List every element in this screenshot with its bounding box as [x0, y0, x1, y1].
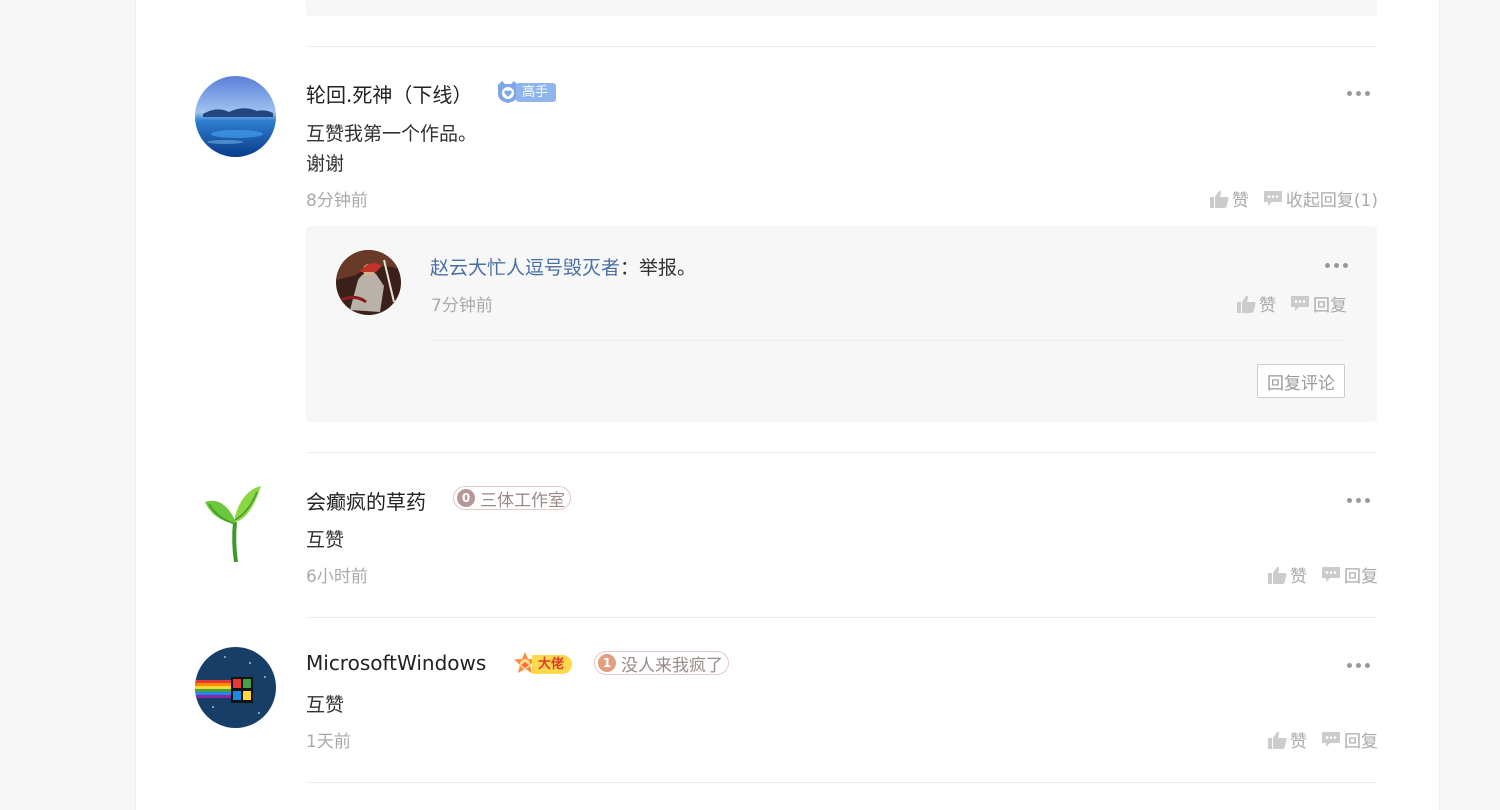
- like-label: 赞: [1259, 296, 1276, 316]
- reply-divider: [431, 340, 1347, 341]
- comment-divider: [306, 452, 1377, 453]
- like-button[interactable]: 赞: [1268, 727, 1307, 752]
- rank-badge: 大佬: [512, 652, 573, 676]
- comment-time: 1天前: [306, 732, 351, 752]
- thumbs-up-icon: [1268, 731, 1287, 749]
- thumbs-up-icon: [1237, 295, 1256, 313]
- reply-separator: ：: [620, 257, 640, 279]
- thumbs-up-icon: [1209, 190, 1229, 208]
- comment-actions: 赞 收起回复(1): [1209, 186, 1378, 211]
- reply-author-name[interactable]: 赵云大忙人逗号毁灭者: [430, 257, 620, 279]
- reply-time: 7分钟前: [431, 296, 493, 316]
- comment-panel: 轮回.死神（下线） 高手 互赞我第一个作品。 谢谢 8分钟前 赞 收起回复(1): [135, 0, 1440, 810]
- comment-text-line: 互赞我第一个作品。: [306, 123, 478, 145]
- like-button[interactable]: 赞: [1268, 562, 1307, 587]
- avatar[interactable]: [195, 76, 276, 157]
- comment-time: 6小时前: [306, 567, 368, 587]
- more-options-icon[interactable]: [1347, 91, 1371, 97]
- comment-bubble-icon: [1291, 296, 1309, 311]
- reply-avatar[interactable]: [336, 250, 401, 315]
- level-badge-label: 三体工作室: [480, 490, 565, 511]
- reply-actions: 赞 回复: [1237, 291, 1347, 316]
- comment-time: 8分钟前: [306, 191, 368, 211]
- comment-text-line: 互赞: [306, 694, 345, 716]
- comment-actions: 赞 回复: [1268, 562, 1378, 587]
- level-badge-number: 1: [598, 654, 616, 672]
- level-badge-label: 没人来我疯了: [621, 655, 723, 676]
- comment-bubble-icon: [1263, 191, 1282, 206]
- reply-label: 回复: [1344, 567, 1378, 587]
- avatar[interactable]: [195, 647, 276, 728]
- reply-content: 赵云大忙人逗号毁灭者：举报。: [430, 253, 696, 280]
- rank-badge: 高手: [496, 81, 557, 103]
- comment-text-line: 谢谢: [306, 153, 345, 175]
- previous-reply-box-bottom: [306, 0, 1377, 16]
- comment-bubble-icon: [1322, 567, 1340, 582]
- like-label: 赞: [1231, 191, 1249, 211]
- reply-reply-button[interactable]: 回复: [1290, 291, 1347, 316]
- level-badge-number: 0: [457, 489, 475, 507]
- avatar[interactable]: [195, 482, 276, 563]
- comment-bubble-icon: [1322, 732, 1340, 747]
- reply-label: 回复: [1313, 296, 1347, 316]
- reply-text: 举报。: [639, 257, 697, 279]
- reply-box: 赵云大忙人逗号毁灭者：举报。 7分钟前 赞 回复 回复评论: [306, 226, 1377, 422]
- reply-like-button[interactable]: 赞: [1237, 291, 1276, 316]
- level-badge: 0 三体工作室: [453, 486, 571, 511]
- like-button[interactable]: 赞: [1209, 186, 1249, 211]
- comment-author-name[interactable]: 会癫疯的草药: [306, 486, 426, 515]
- like-label: 赞: [1290, 567, 1307, 587]
- reply-comment-button[interactable]: 回复评论: [1257, 364, 1345, 398]
- reply-button[interactable]: 回复: [1321, 727, 1378, 752]
- collapse-replies-label: 收起回复(1): [1285, 191, 1378, 211]
- comment-author-name[interactable]: MicrosoftWindows: [306, 651, 486, 675]
- comment-author-name[interactable]: 轮回.死神（下线）: [306, 79, 472, 108]
- thumbs-up-icon: [1268, 566, 1287, 584]
- more-options-icon[interactable]: [1347, 663, 1371, 669]
- level-badge: 1 没人来我疯了: [594, 651, 729, 676]
- warrior-avatar-image: [336, 250, 401, 315]
- windows-rainbow-avatar-image: [195, 647, 276, 728]
- rank-badge-label: 大佬: [532, 654, 573, 674]
- comment-divider: [306, 617, 1377, 618]
- comment-text-line: 互赞: [306, 529, 345, 551]
- rank-badge-label: 高手: [516, 82, 557, 102]
- comment-divider: [306, 46, 1377, 47]
- like-label: 赞: [1290, 732, 1307, 752]
- comment-divider: [306, 782, 1377, 783]
- reply-more-options-icon[interactable]: [1325, 263, 1349, 269]
- collapse-replies-button[interactable]: 收起回复(1): [1263, 186, 1378, 211]
- more-options-icon[interactable]: [1347, 498, 1371, 504]
- reply-button[interactable]: 回复: [1321, 562, 1378, 587]
- reply-label: 回复: [1344, 732, 1378, 752]
- ocean-island-avatar-image: [195, 76, 276, 157]
- comment-actions: 赞 回复: [1268, 727, 1378, 752]
- sprout-avatar-image: [195, 482, 276, 563]
